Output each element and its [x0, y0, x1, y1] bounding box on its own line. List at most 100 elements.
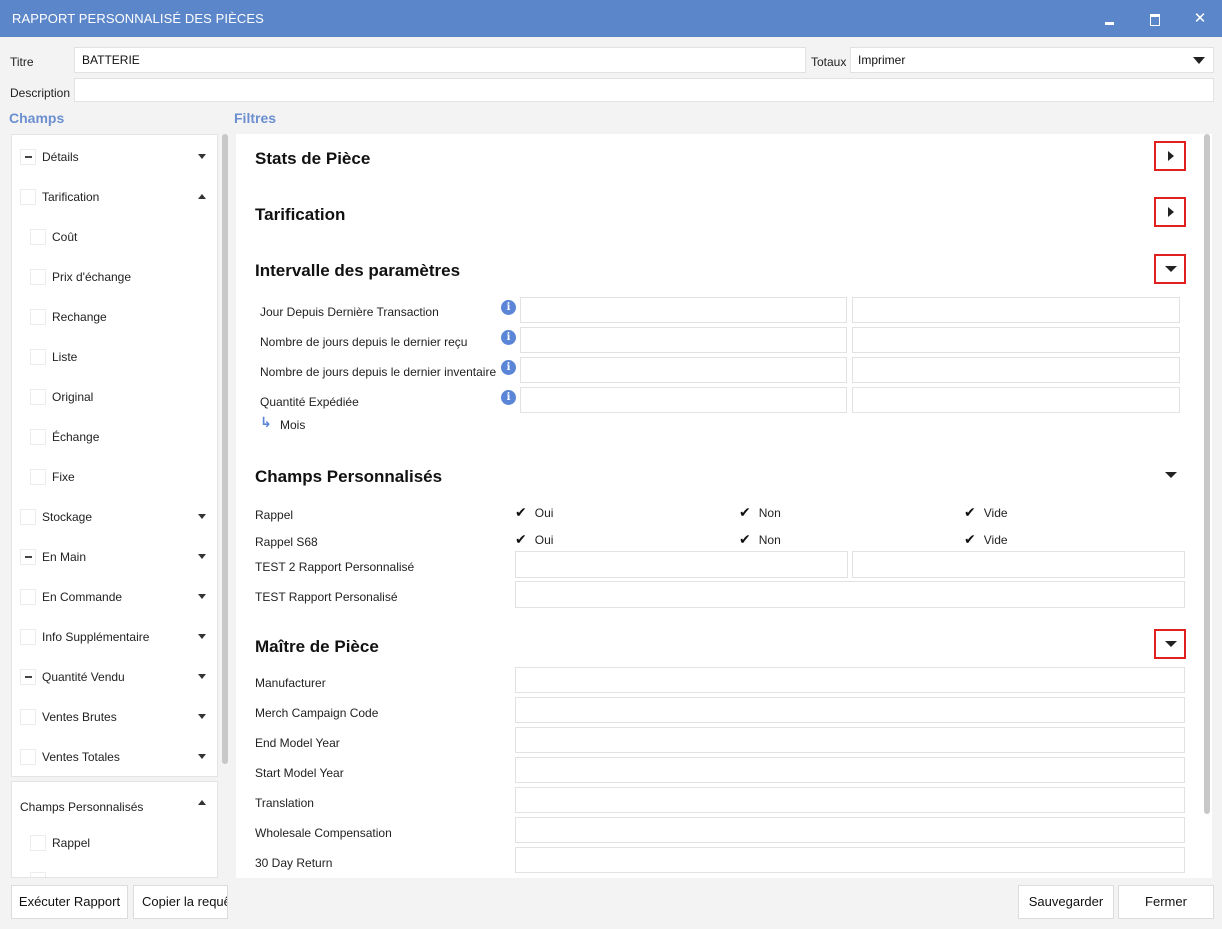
tree-item[interactable]: En Main [20, 547, 86, 567]
range-min-input[interactable] [520, 357, 847, 383]
tree-item[interactable]: Tarification [20, 187, 99, 207]
option-checkbox[interactable]: ✔ Vide [964, 504, 1008, 521]
info-icon[interactable]: i [501, 330, 516, 345]
checkbox[interactable] [20, 509, 36, 525]
tree-item[interactable]: Quantité Vendu [20, 667, 125, 687]
close-button[interactable]: Fermer [1118, 885, 1214, 919]
checkbox[interactable] [30, 469, 46, 485]
fields-tree-scrollbar[interactable] [222, 134, 228, 764]
info-icon[interactable]: i [501, 360, 516, 375]
group-title-custom: Champs Personnalisés [255, 467, 443, 486]
tree-item-label: Fixe [52, 470, 75, 484]
checkbox[interactable] [30, 429, 46, 445]
checkbox[interactable] [30, 835, 46, 851]
tree-item[interactable]: Détails [20, 147, 79, 167]
copy-query-button[interactable]: Copier la requête [133, 885, 228, 919]
custom-fields-tree-panel: Champs Personnalisés Rappel [11, 781, 218, 878]
checkbox[interactable] [30, 349, 46, 365]
chevron-up-icon[interactable] [198, 800, 206, 805]
checkbox[interactable] [20, 589, 36, 605]
chevron-down-icon[interactable] [198, 714, 206, 719]
tree-item[interactable]: Échange [30, 427, 99, 447]
chevron-down-icon[interactable] [198, 634, 206, 639]
expand-stats-button[interactable] [1154, 141, 1186, 171]
custom-text-input[interactable] [515, 581, 1185, 608]
checkbox[interactable] [20, 669, 36, 685]
tree-item[interactable]: Ventes Brutes [20, 707, 117, 727]
checkbox[interactable] [30, 229, 46, 245]
checkbox[interactable] [20, 709, 36, 725]
chevron-down-icon[interactable] [198, 594, 206, 599]
tree-item-partial[interactable] [30, 870, 52, 877]
collapse-intervalle-button[interactable] [1154, 254, 1186, 284]
chevron-down-icon[interactable] [198, 754, 206, 759]
filters-scrollbar[interactable] [1204, 134, 1210, 814]
checkbox[interactable] [20, 749, 36, 765]
chevron-down-icon[interactable] [198, 554, 206, 559]
option-checkbox[interactable]: ✔ Vide [964, 531, 1008, 548]
chevron-down-icon[interactable] [198, 514, 206, 519]
master-field-label: End Model Year [255, 736, 340, 750]
master-field-input[interactable] [515, 787, 1185, 813]
range-min-input[interactable] [520, 297, 847, 323]
tree-item[interactable]: Prix d'échange [30, 267, 131, 287]
tree-item[interactable]: Stockage [20, 507, 92, 527]
tree-item[interactable]: Coût [30, 227, 77, 247]
checkbox[interactable] [20, 549, 36, 565]
option-checkbox[interactable]: ✔ Non [739, 531, 781, 548]
range-max-input[interactable] [852, 357, 1180, 383]
master-field-input[interactable] [515, 697, 1185, 723]
checkbox[interactable] [30, 872, 46, 877]
option-checkbox[interactable]: ✔ Oui [515, 531, 553, 548]
custom-text-input[interactable] [852, 551, 1185, 578]
group-title-tarification: Tarification [255, 205, 346, 224]
checkbox[interactable] [20, 189, 36, 205]
option-checkbox[interactable]: ✔ Oui [515, 504, 553, 521]
range-max-input[interactable] [852, 327, 1180, 353]
range-max-input[interactable] [852, 297, 1180, 323]
chevron-down-icon[interactable] [198, 674, 206, 679]
custom-text-input[interactable] [515, 551, 848, 578]
master-field-input[interactable] [515, 817, 1185, 843]
option-checkbox[interactable]: ✔ Non [739, 504, 781, 521]
chevron-up-icon[interactable] [198, 194, 206, 199]
run-report-button[interactable]: Exécuter Rapport [11, 885, 128, 919]
checkbox[interactable] [20, 149, 36, 165]
info-icon[interactable]: i [501, 390, 516, 405]
checkbox[interactable] [30, 309, 46, 325]
checkbox[interactable] [20, 629, 36, 645]
checkbox[interactable] [30, 269, 46, 285]
range-min-input[interactable] [520, 387, 847, 413]
tree-item[interactable]: Original [30, 387, 93, 407]
description-input[interactable] [74, 78, 1214, 102]
master-field-input[interactable] [515, 757, 1185, 783]
tree-item-champs-personnalises[interactable]: Champs Personnalisés [20, 797, 143, 817]
maximize-icon[interactable] [1143, 8, 1167, 30]
tree-item[interactable]: Fixe [30, 467, 75, 487]
checkbox[interactable] [30, 389, 46, 405]
close-icon[interactable]: ✕ [1188, 8, 1212, 30]
tree-item[interactable]: Info Supplémentaire [20, 627, 149, 647]
collapse-custom-icon[interactable] [1165, 472, 1177, 478]
range-min-input[interactable] [520, 327, 847, 353]
tree-item[interactable]: Rechange [30, 307, 107, 327]
master-field-input[interactable] [515, 667, 1185, 693]
tree-item[interactable]: Ventes Totales [20, 747, 120, 767]
info-icon[interactable]: i [501, 300, 516, 315]
chevron-down-icon [1193, 57, 1205, 64]
master-field-input[interactable] [515, 847, 1185, 873]
tree-item-label: Tarification [42, 190, 100, 204]
save-button[interactable]: Sauvegarder [1018, 885, 1114, 919]
tree-item-rappel[interactable]: Rappel [30, 833, 90, 853]
tree-item[interactable]: En Commande [20, 587, 122, 607]
range-max-input[interactable] [852, 387, 1180, 413]
totaux-select[interactable]: Imprimer [850, 47, 1214, 73]
master-field-input[interactable] [515, 727, 1185, 753]
collapse-master-button[interactable] [1154, 629, 1186, 659]
titre-input[interactable]: BATTERIE [74, 47, 806, 73]
tree-item[interactable]: Liste [30, 347, 77, 367]
tree-item-label: Info Supplémentaire [42, 630, 150, 644]
chevron-down-icon[interactable] [198, 154, 206, 159]
minimize-icon[interactable] [1098, 8, 1122, 30]
expand-tarification-button[interactable] [1154, 197, 1186, 227]
